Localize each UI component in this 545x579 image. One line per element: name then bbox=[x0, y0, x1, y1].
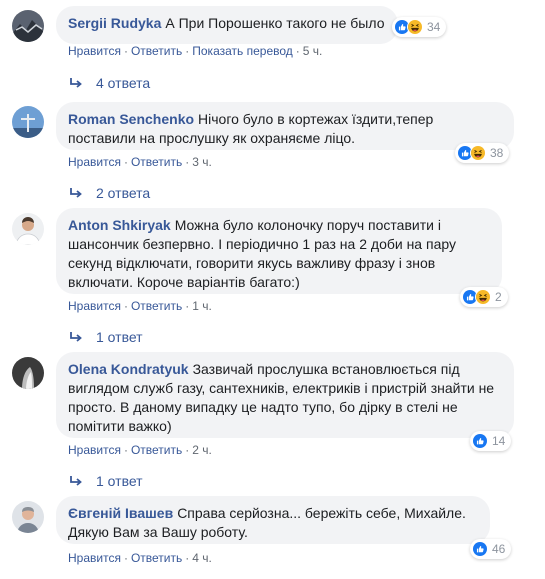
avatar[interactable] bbox=[12, 10, 44, 42]
comment-author[interactable]: Anton Shkiryak bbox=[68, 217, 171, 233]
avatar[interactable] bbox=[12, 213, 44, 245]
like-button[interactable]: Нравится bbox=[68, 44, 121, 58]
comment-timestamp[interactable]: 5 ч. bbox=[303, 44, 323, 58]
reply-button[interactable]: Ответить bbox=[131, 551, 182, 565]
avatar[interactable] bbox=[12, 106, 44, 138]
like-button[interactable]: Нравится bbox=[68, 299, 121, 313]
haha-reaction-icon bbox=[407, 19, 423, 35]
comment-bubble: Roman Senchenko Нічого було в кортежах їз… bbox=[56, 102, 514, 150]
comment-bubble: Євгеній Івашев Справа серйозна... бережіт… bbox=[56, 496, 490, 544]
comment-author[interactable]: Roman Senchenko bbox=[68, 111, 194, 127]
reply-button[interactable]: Ответить bbox=[131, 443, 182, 457]
reactions-badge[interactable]: 34 bbox=[392, 17, 447, 37]
reply-arrow-icon bbox=[70, 332, 82, 342]
reaction-count: 2 bbox=[495, 290, 502, 304]
view-replies-link[interactable]: 4 ответа bbox=[68, 75, 150, 91]
replies-count: 1 ответ bbox=[96, 329, 143, 345]
comment-author[interactable]: Sergii Rudyka bbox=[68, 15, 161, 31]
comment-author[interactable]: Євгеній Івашев bbox=[68, 505, 173, 521]
reply-button[interactable]: Ответить bbox=[131, 155, 182, 169]
like-button[interactable]: Нравится bbox=[68, 155, 121, 169]
replies-count: 1 ответ bbox=[96, 473, 143, 489]
haha-reaction-icon bbox=[475, 289, 491, 305]
reply-button[interactable]: Ответить bbox=[131, 299, 182, 313]
reactions-badge[interactable]: 14 bbox=[470, 431, 512, 451]
comment-text: А При Порошенко такого не было bbox=[165, 15, 385, 31]
comment-bubble: Anton Shkiryak Можна було колоночку поруч… bbox=[56, 208, 502, 294]
reply-arrow-icon bbox=[70, 476, 82, 486]
replies-count: 2 ответа bbox=[96, 185, 151, 201]
reaction-count: 34 bbox=[427, 20, 441, 34]
comment-actions: Нравится · Ответить · Показать перевод · 5 ч. bbox=[68, 44, 323, 58]
comment-timestamp[interactable]: 1 ч. bbox=[192, 299, 212, 313]
comment-bubble: Sergii Rudyka А При Порошенко такого не б… bbox=[56, 6, 398, 44]
reactions-badge[interactable]: 46 bbox=[470, 539, 512, 559]
comment-timestamp[interactable]: 2 ч. bbox=[192, 443, 212, 457]
avatar[interactable] bbox=[12, 357, 44, 389]
reaction-count: 14 bbox=[492, 434, 506, 448]
reply-arrow-icon bbox=[70, 78, 82, 88]
like-reaction-icon bbox=[472, 541, 488, 557]
haha-reaction-icon bbox=[470, 145, 486, 161]
replies-count: 4 ответа bbox=[96, 75, 151, 91]
view-replies-link[interactable]: 1 ответ bbox=[68, 473, 143, 489]
reaction-count: 38 bbox=[490, 146, 504, 160]
avatar[interactable] bbox=[12, 501, 44, 533]
translate-button[interactable]: Показать перевод bbox=[192, 44, 293, 58]
comment-actions: Нравится · Ответить · 1 ч. bbox=[68, 299, 212, 313]
view-replies-link[interactable]: 1 ответ bbox=[68, 329, 143, 345]
reactions-badge[interactable]: 38 bbox=[455, 143, 510, 163]
comment-author[interactable]: Olena Kondratyuk bbox=[68, 361, 189, 377]
view-replies-link[interactable]: 2 ответа bbox=[68, 185, 150, 201]
reply-arrow-icon bbox=[70, 188, 82, 198]
reply-button[interactable]: Ответить bbox=[131, 44, 182, 58]
like-button[interactable]: Нравится bbox=[68, 551, 121, 565]
like-button[interactable]: Нравится bbox=[68, 443, 121, 457]
comment-actions: Нравится · Ответить · 4 ч. bbox=[68, 551, 212, 565]
reactions-badge[interactable]: 2 bbox=[460, 287, 508, 307]
comment-actions: Нравится · Ответить · 3 ч. bbox=[68, 155, 212, 169]
like-reaction-icon bbox=[472, 433, 488, 449]
comment-timestamp[interactable]: 3 ч. bbox=[192, 155, 212, 169]
comment-actions: Нравится · Ответить · 2 ч. bbox=[68, 443, 212, 457]
comment-bubble: Olena Kondratyuk Зазвичай прослушка встан… bbox=[56, 352, 514, 438]
comment-timestamp[interactable]: 4 ч. bbox=[192, 551, 212, 565]
reaction-count: 46 bbox=[492, 542, 506, 556]
